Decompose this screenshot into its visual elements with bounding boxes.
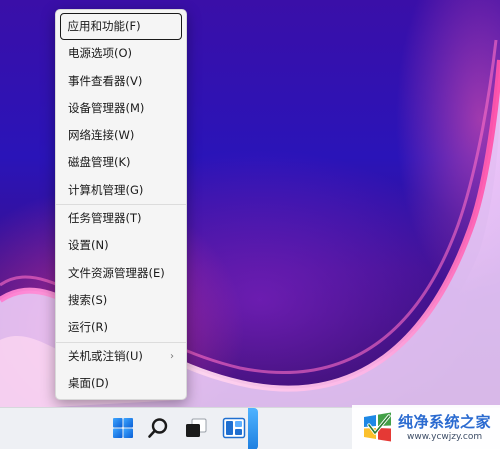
menu-item-label: 设备管理器(M)	[68, 100, 145, 115]
menu-item-label: 设置(N)	[68, 238, 109, 253]
menu-item-label: 任务管理器(T)	[68, 211, 142, 226]
menu-item-label: 应用和功能(F)	[67, 19, 141, 33]
menu-item-disk-management[interactable]: 磁盘管理(K)	[60, 149, 182, 176]
menu-item-desktop[interactable]: 桌面(D)	[60, 370, 182, 397]
menu-item-settings[interactable]: 设置(N)	[60, 232, 182, 259]
taskbar-app-button[interactable]	[248, 408, 258, 449]
start-button[interactable]	[110, 415, 136, 441]
menu-item-run[interactable]: 运行(R)	[60, 314, 182, 341]
menu-item-label: 文件资源管理器(E)	[68, 265, 165, 280]
menu-item-file-explorer[interactable]: 文件资源管理器(E)	[60, 260, 182, 287]
search-button[interactable]	[145, 415, 171, 441]
windows-start-icon	[113, 418, 133, 438]
menu-item-label: 网络连接(W)	[68, 128, 135, 143]
winx-context-menu: 应用和功能(F) 电源选项(O) 事件查看器(V) 设备管理器(M) 网络连接(…	[55, 9, 187, 400]
task-view-icon	[186, 418, 207, 437]
watermark-url: www.ycwjzy.com	[407, 432, 483, 442]
watermark-title: 纯净系统之家	[398, 413, 492, 431]
menu-item-label: 事件查看器(V)	[68, 73, 143, 88]
menu-item-power-options[interactable]: 电源选项(O)	[60, 40, 182, 67]
search-icon	[148, 418, 168, 438]
menu-item-search[interactable]: 搜索(S)	[60, 287, 182, 314]
widgets-button[interactable]	[221, 415, 247, 441]
chevron-right-icon: ›	[170, 350, 174, 362]
menu-item-shutdown-signout[interactable]: 关机或注销(U) ›	[60, 343, 182, 370]
menu-item-label: 搜索(S)	[68, 292, 108, 307]
menu-item-computer-management[interactable]: 计算机管理(G)	[60, 177, 182, 204]
menu-item-network-connections[interactable]: 网络连接(W)	[60, 122, 182, 149]
menu-item-event-viewer[interactable]: 事件查看器(V)	[60, 68, 182, 95]
menu-item-label: 运行(R)	[68, 320, 108, 335]
menu-item-label: 计算机管理(G)	[68, 182, 144, 197]
task-view-button[interactable]	[183, 415, 209, 441]
menu-item-task-manager[interactable]: 任务管理器(T)	[60, 205, 182, 232]
watermark-logo-icon	[364, 412, 391, 442]
menu-item-label: 桌面(D)	[68, 375, 109, 390]
menu-item-label: 磁盘管理(K)	[68, 155, 131, 170]
watermark: 纯净系统之家 www.ycwjzy.com	[352, 405, 500, 449]
widgets-icon	[222, 417, 246, 439]
menu-item-device-manager[interactable]: 设备管理器(M)	[60, 95, 182, 122]
menu-item-label: 电源选项(O)	[68, 46, 133, 61]
menu-item-apps-features[interactable]: 应用和功能(F)	[60, 13, 182, 41]
menu-item-label: 关机或注销(U)	[68, 348, 143, 363]
